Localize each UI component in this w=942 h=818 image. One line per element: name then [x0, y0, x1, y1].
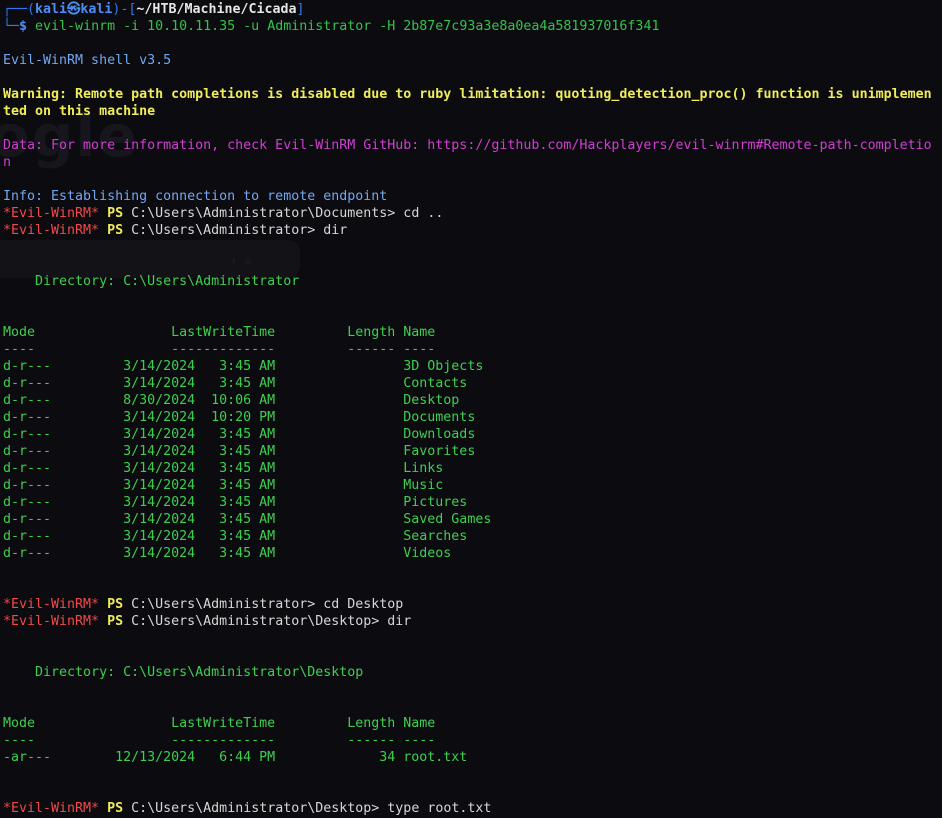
- table-header: Mode LastWriteTime Length Name: [3, 325, 436, 340]
- prompt-box-bottom: └─: [3, 19, 20, 34]
- table-row: d-r--- 3/14/2024 3:45 AM Searches: [3, 529, 468, 544]
- table-row: d-r--- 3/14/2024 3:45 AM Downloads: [3, 427, 476, 442]
- warning-line: Warning: Remote path completions is disa…: [3, 87, 932, 102]
- prompt-command-line: └─$ evil-winrm -i 10.10.11.35 -u Adminis…: [0, 18, 942, 35]
- info-line: Info: Establishing connection to remote …: [3, 189, 388, 204]
- ps-command: C:\Users\Administrator\Desktop> dir: [131, 614, 412, 629]
- table-rule: ---- ------------- ------ ----: [3, 733, 436, 748]
- directory-heading: Directory: C:\Users\Administrator\Deskto…: [3, 665, 364, 680]
- prompt-host: kali: [80, 2, 113, 17]
- table-row: -ar--- 12/13/2024 6:44 PM 34 root.txt: [3, 750, 468, 765]
- ps-command-input[interactable]: C:\Users\Administrator\Desktop> type roo…: [131, 801, 491, 816]
- data-line: Data: For more information, check Evil-W…: [3, 138, 932, 153]
- table-row: d-r--- 3/14/2024 3:45 AM 3D Objects: [3, 359, 484, 374]
- ps-tag: *Evil-WinRM*: [3, 223, 100, 238]
- prompt-dollar: $: [19, 19, 36, 34]
- prompt-path: ~/HTB/Machine/Cicada: [136, 2, 297, 17]
- directory-heading: Directory: C:\Users\Administrator: [3, 274, 300, 289]
- ps-command-line: *Evil-WinRM* PS C:\Users\Administrator\D…: [0, 613, 942, 630]
- warning-line-cont: ted on this machine: [3, 104, 156, 119]
- ps-label: PS: [107, 801, 124, 816]
- ps-command-line: *Evil-WinRM* PS C:\Users\Administrator\D…: [0, 205, 942, 222]
- table-row: d-r--- 3/14/2024 3:45 AM Videos: [3, 546, 452, 561]
- banner-line: Evil-WinRM shell v3.5: [3, 53, 172, 68]
- ps-tag: *Evil-WinRM*: [3, 206, 100, 221]
- ps-tag: *Evil-WinRM*: [3, 801, 100, 816]
- prompt-bracket: )-[: [112, 2, 137, 17]
- ps-label: PS: [107, 614, 124, 629]
- ps-label: PS: [107, 223, 124, 238]
- terminal-output[interactable]: ┌──(kali㉿kali)-[~/HTB/Machine/Cicada] └─…: [0, 0, 942, 817]
- prompt-command: evil-winrm -i 10.10.11.35 -u Administrat…: [35, 19, 660, 34]
- table-row: d-r--- 3/14/2024 3:45 AM Contacts: [3, 376, 468, 391]
- table-row: d-r--- 8/30/2024 10:06 AM Desktop: [3, 393, 460, 408]
- table-row: d-r--- 3/14/2024 3:45 AM Links: [3, 461, 444, 476]
- ps-command-line[interactable]: *Evil-WinRM* PS C:\Users\Administrator\D…: [0, 800, 942, 817]
- table-row: d-r--- 3/14/2024 3:45 AM Saved Games: [3, 512, 492, 527]
- ps-command-line: *Evil-WinRM* PS C:\Users\Administrator> …: [0, 596, 942, 613]
- prompt-header-line: ┌──(kali㉿kali)-[~/HTB/Machine/Cicada]: [0, 1, 942, 18]
- prompt-at-symbol: ㉿: [67, 2, 81, 17]
- terminal-window[interactable]: ogle ⬇ ⚙ ┌──(kali㉿kali)-[~/HTB/Machine/C…: [0, 0, 942, 818]
- table-row: d-r--- 3/14/2024 3:45 AM Music: [3, 478, 444, 493]
- ps-command: C:\Users\Administrator> cd Desktop: [131, 597, 404, 612]
- table-row: d-r--- 3/14/2024 10:20 PM Documents: [3, 410, 476, 425]
- data-line-cont: n: [3, 155, 12, 170]
- table-rule: ---- ------------- ------ ----: [3, 342, 436, 357]
- table-row: d-r--- 3/14/2024 3:45 AM Favorites: [3, 444, 476, 459]
- prompt-bracket-close: ]: [296, 2, 305, 17]
- table-row: d-r--- 3/14/2024 3:45 AM Pictures: [3, 495, 468, 510]
- ps-label: PS: [107, 206, 124, 221]
- ps-command-line: *Evil-WinRM* PS C:\Users\Administrator> …: [0, 222, 942, 239]
- prompt-box-corner: ┌──(: [3, 2, 36, 17]
- ps-command: C:\Users\Administrator\Documents> cd ..: [131, 206, 444, 221]
- ps-tag: *Evil-WinRM*: [3, 597, 100, 612]
- ps-tag: *Evil-WinRM*: [3, 614, 100, 629]
- ps-command: C:\Users\Administrator> dir: [131, 223, 348, 238]
- prompt-user: kali: [35, 2, 68, 17]
- table-header: Mode LastWriteTime Length Name: [3, 716, 436, 731]
- ps-label: PS: [107, 597, 124, 612]
